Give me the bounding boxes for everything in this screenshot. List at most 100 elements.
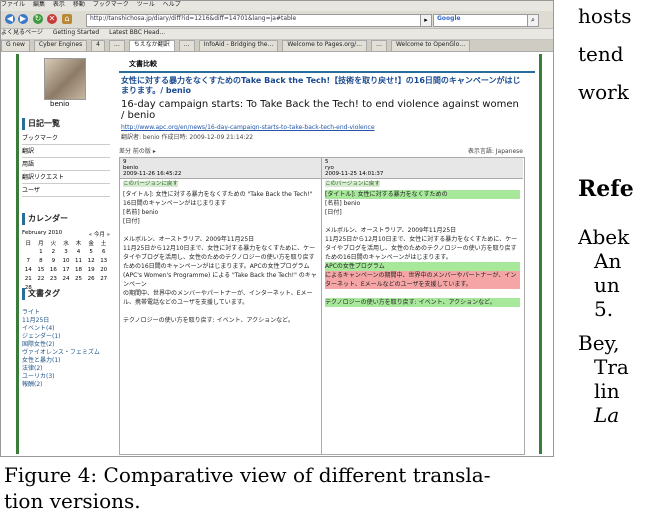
diff-nav[interactable]: 差分 前の版 ▸ [119,148,156,155]
calendar-day[interactable]: 18 [72,265,85,274]
reload-icon[interactable]: ↻ [33,14,43,24]
tab-1[interactable]: G new [1,40,30,51]
calendar-day[interactable]: 20 [97,265,110,274]
calendar-week: 7 8 9 10 11 12 13 [22,256,110,265]
calendar-day[interactable]: 27 [97,274,110,283]
calendar-week: 14 15 16 17 18 19 20 [22,265,110,274]
source-link[interactable]: http://www.apc.org/en/news/16-day-campai… [121,124,525,131]
stop-icon[interactable]: ✕ [47,14,57,24]
calendar-day[interactable]: 7 [22,256,35,265]
weekday: 日 [25,240,32,247]
menu-file[interactable]: ファイル [1,1,25,8]
tab-2[interactable]: Cyber Engines [33,40,88,51]
weekday: 月 [38,240,44,247]
reference-line: un [594,273,620,297]
calendar-day[interactable]: 19 [85,265,98,274]
diff-toolbar: 差分 前の版 ▸ 表示言語: Japanese [119,146,523,155]
page-title: 文書比較 [119,58,535,73]
bookmark-getting-started[interactable]: Getting Started [53,29,99,36]
tab-4[interactable]: … [108,40,125,51]
calendar-day[interactable]: 15 [35,265,48,274]
tab-7[interactable]: InfoAid - Bridging the… [198,40,279,51]
calendar-day[interactable]: 11 [72,256,85,265]
tab-6[interactable]: … [178,40,195,51]
revert-row: このバージョンに戻す [120,179,321,187]
menu-help[interactable]: ヘルプ [163,1,181,8]
menu-tools[interactable]: ツール [137,1,155,8]
calendar-nav[interactable]: « 今月 » [89,230,110,238]
revert-button[interactable]: このバージョンに戻す [123,181,178,187]
username[interactable]: benio [50,100,69,108]
display-language[interactable]: 表示言語: Japanese [468,146,523,155]
calendar-day[interactable]: 3 [60,247,73,256]
menu-go[interactable]: 移動 [73,1,85,8]
tab-9[interactable]: … [371,40,388,51]
calendar-day[interactable]: 16 [47,265,60,274]
forward-icon[interactable]: ▶ [18,14,28,24]
calendar-day[interactable]: 2 [47,247,60,256]
removed-line: によるキャンペーンの期間中、世界中のメンバーやパートナーが、インターネット、Eメ… [325,271,520,289]
calendar-day[interactable]: 22 [35,274,48,283]
revert-button[interactable]: このバージョンに戻す [325,181,380,187]
menu-view[interactable]: 表示 [53,1,65,8]
calendar-day[interactable]: 4 [72,247,85,256]
calendar-day[interactable]: 10 [60,256,73,265]
main-content: 文書比較 女性に対する暴力をなくすためのTake Back the Tech!【… [119,58,535,455]
weekday: 火 [50,240,57,247]
search-field[interactable]: Google [433,14,528,27]
calendar-day[interactable]: 14 [22,265,35,274]
right-version-header: 5 ryo 2009-11-25 14:01:37 [322,158,523,179]
japanese-title[interactable]: 女性に対する暴力をなくすためのTake Back the Tech!【技術を取り… [121,76,525,96]
sidebar-item-user[interactable]: ユーザ [22,186,110,197]
search-icon[interactable]: ⌕ [527,14,539,27]
url-field[interactable]: http://tanshichosa.jp/diary/diff?id=1216… [86,14,421,27]
calendar-day[interactable]: 1 [35,247,48,256]
calendar-day[interactable]: 23 [47,274,60,283]
calendar-day[interactable]: 6 [97,247,110,256]
calendar-day[interactable]: 5 [85,247,98,256]
calendar-day[interactable]: 9 [47,256,60,265]
calendar-week: 123456 [22,247,110,256]
sidebar-item-translate[interactable]: 翻訳 [22,147,110,158]
tab-10[interactable]: Welcome to OpenGlo… [390,40,471,51]
version-comparison: 9 benio 2009-11-26 16:45:22 このバージョンに戻す [… [119,157,525,455]
text-line: 11月25日から12月10日まで、女性に対する暴力をなくすために、ケータイやブロ… [325,236,518,261]
calendar-grid: 日 月 火 水 木 金 土 1 2 3 4 5 6 7 8 9 10 11 12 13 14 15 16 17 1… [22,238,110,292]
calendar-day[interactable]: 21 [22,274,35,283]
sidebar-item-request[interactable]: 翻訳リクエスト [22,173,110,184]
avatar [44,58,86,100]
calendar-day[interactable]: 24 [60,274,73,283]
weekday: 水 [63,240,69,247]
version-date: 2009-11-25 14:01:37 [325,171,384,177]
calendar-day[interactable]: 25 [72,274,85,283]
tag-link[interactable]: 報酬(2) [22,379,43,388]
sidebar-item-glossary[interactable]: 用語 [22,160,110,171]
calendar-day[interactable]: 8 [35,256,48,265]
tab-5-active[interactable]: ちえなか翻訳 [128,40,175,51]
calendar-day[interactable]: 17 [60,265,73,274]
text-line: メルボルン、オーストラリア、2009年11月25日 [123,236,255,243]
text-line: 11月25日から12月10日まで、女性に対する暴力をなくすために、ケータイやブロ… [123,245,317,288]
weekday: 土 [100,240,107,247]
web-page: benio 日記一覧 ブックマーク 翻訳 用語 翻訳リクエスト ユーザ カレンダ… [1,52,553,456]
revert-row: このバージョンに戻す [322,179,523,187]
menu-edit[interactable]: 編集 [33,1,45,8]
added-line: APCの女性プログラム [325,262,520,271]
menu-bookmarks[interactable]: ブックマーク [93,1,129,8]
bookmark-bbc[interactable]: Latest BBC Head... [109,29,165,36]
calendar-day[interactable]: 26 [85,274,98,283]
text-fragment: work [578,80,629,104]
calendar-day[interactable]: 13 [97,256,110,265]
go-icon[interactable]: ▸ [420,14,432,27]
back-icon[interactable]: ◀ [5,14,15,24]
text-line: [名前] benio [123,209,159,216]
adjacent-column-text: hosts tend work Refe Abek An un 5. Bey, … [578,0,661,498]
text-line [123,307,318,316]
browser-screenshot: ファイル 編集 表示 移動 ブックマーク ツール ヘルプ ◀ ▶ ↻ ✕ ⌂ h… [0,0,554,457]
tab-8[interactable]: Welcome to Pages.org/… [282,40,368,51]
tab-3[interactable]: 4 [91,40,105,51]
bookmark-most-visited[interactable]: よく見るページ [1,29,43,36]
calendar-day[interactable]: 12 [85,256,98,265]
sidebar-item-bookmark[interactable]: ブックマーク [22,134,110,145]
home-icon[interactable]: ⌂ [62,14,72,24]
